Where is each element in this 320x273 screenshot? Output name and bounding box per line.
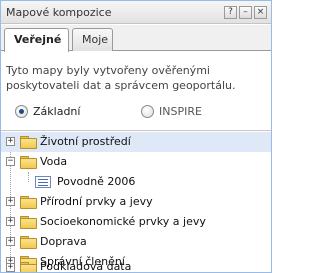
collapse-icon[interactable]: − xyxy=(6,157,15,166)
tree-node-label: Přírodní prvky a jevy xyxy=(40,195,153,208)
tree-node-floods-2006[interactable]: Povodně 2006 xyxy=(1,172,271,192)
panel-header: Mapové kompozice ? – × xyxy=(1,1,271,24)
folder-icon xyxy=(20,216,37,229)
radio-inspire[interactable] xyxy=(141,104,154,118)
expand-icon[interactable]: + xyxy=(6,263,15,272)
help-icon[interactable]: ? xyxy=(224,6,237,19)
radio-basic-label: Základní xyxy=(33,104,81,118)
map-compositions-panel: Mapové kompozice ? – × Veřejné Moje Tyto… xyxy=(0,0,272,273)
tab-mine[interactable]: Moje xyxy=(72,28,113,51)
tree-branch-line xyxy=(28,172,29,182)
tree-node-label: Socioekonomické prvky a jevy xyxy=(40,215,206,228)
radio-basic[interactable] xyxy=(15,104,28,118)
tree-node-environment[interactable]: + Životní prostředí xyxy=(1,132,271,152)
divider xyxy=(1,130,271,131)
close-icon[interactable]: × xyxy=(254,6,267,19)
expand-icon[interactable]: + xyxy=(6,237,15,246)
radio-basic-option[interactable]: Základní xyxy=(15,102,80,120)
tree-node-label: Povodně 2006 xyxy=(57,175,136,188)
expand-icon[interactable]: + xyxy=(6,217,15,226)
folder-icon xyxy=(20,262,37,272)
tab-bar: Veřejné Moje xyxy=(1,25,271,52)
radio-inspire-option[interactable]: INSPIRE xyxy=(141,102,202,120)
tree-node-socioeconomic[interactable]: + Socioekonomické prvky a jevy xyxy=(1,212,271,232)
tree-node-base-data[interactable]: + Podkladová data xyxy=(1,259,271,273)
radio-inspire-label: INSPIRE xyxy=(159,104,202,118)
folder-icon xyxy=(20,196,37,209)
tree-node-label: Podkladová data xyxy=(40,260,132,273)
map-layer-icon xyxy=(35,176,51,188)
tree-node-label: Voda xyxy=(40,155,68,168)
tab-public[interactable]: Veřejné xyxy=(4,28,69,52)
panel-title: Mapové kompozice xyxy=(6,6,112,19)
folder-open-icon xyxy=(20,156,37,169)
description-text: Tyto mapy byly vytvořeny ověřenými posky… xyxy=(6,64,236,92)
folder-icon xyxy=(20,136,37,149)
folder-icon xyxy=(20,236,37,249)
tree-node-natural-features[interactable]: + Přírodní prvky a jevy xyxy=(1,192,271,212)
expand-icon[interactable]: + xyxy=(6,137,15,146)
tree-node-label: Životní prostředí xyxy=(40,135,131,148)
expand-icon[interactable]: + xyxy=(6,197,15,206)
tree-node-label: Doprava xyxy=(40,235,87,248)
tree-node-water[interactable]: − Voda xyxy=(1,152,271,172)
minimize-icon[interactable]: – xyxy=(239,6,252,19)
tree-node-transport[interactable]: + Doprava xyxy=(1,232,271,252)
